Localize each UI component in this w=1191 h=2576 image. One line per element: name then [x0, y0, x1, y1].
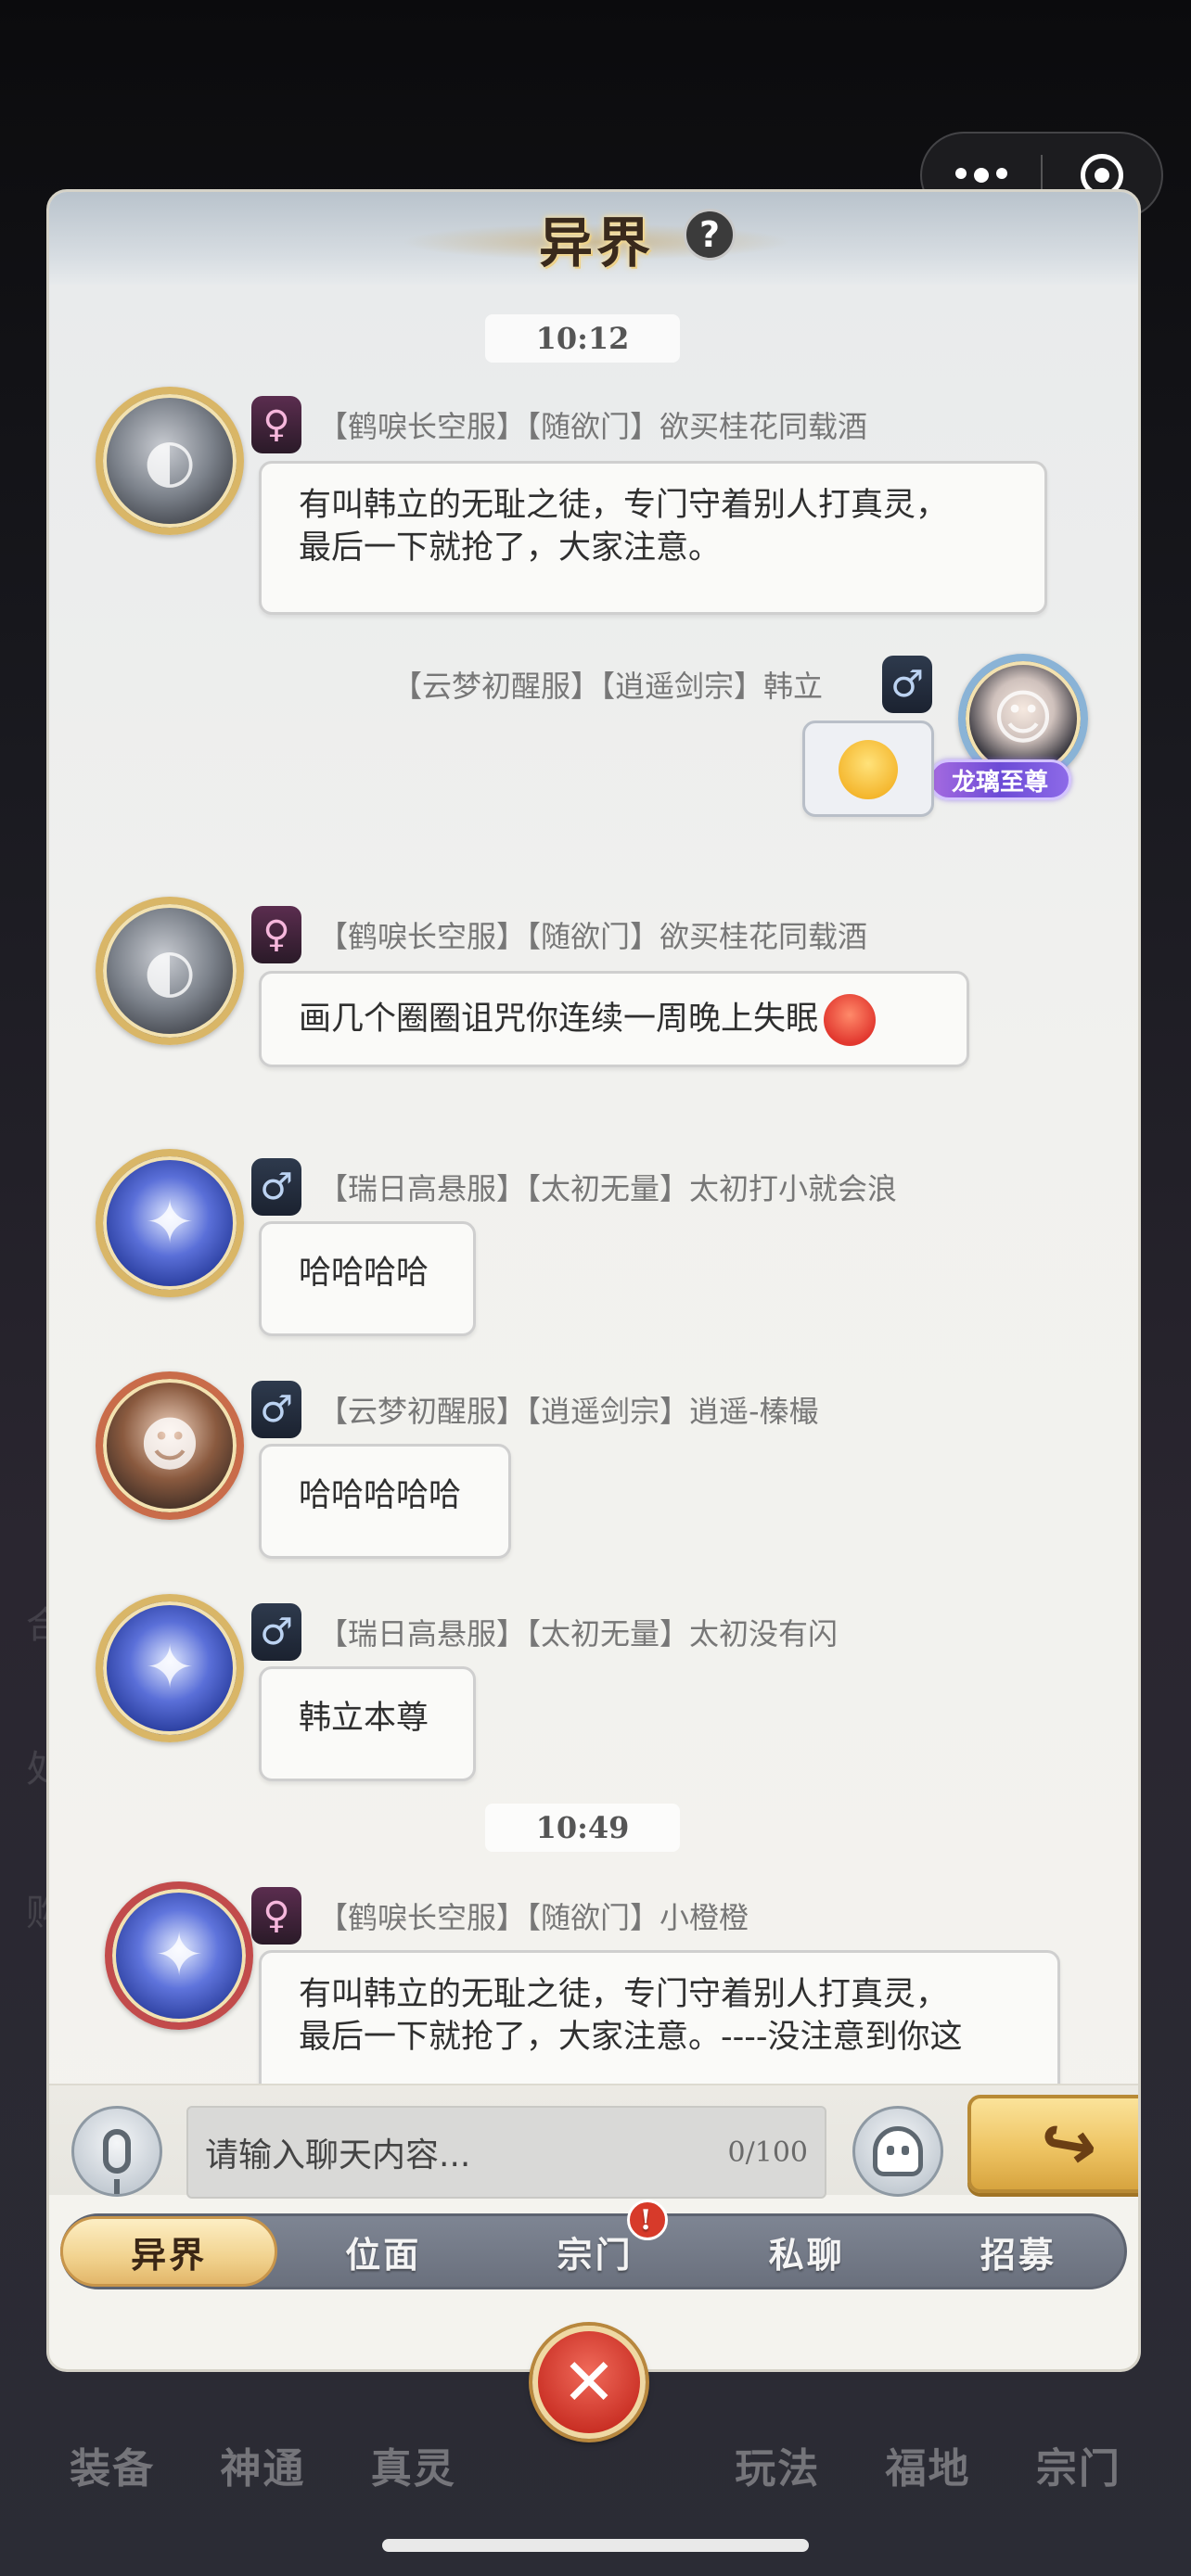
- sender-name[interactable]: 【鹤唳长空服】【随欲门】欲买桂花同载酒: [318, 403, 867, 446]
- chat-list[interactable]: 10:12 ◐ ♀ 【鹤唳长空服】【随欲门】欲买桂花同载酒 有叫韩立的无耻之徒，…: [49, 285, 1138, 2158]
- male-icon: ♂: [882, 656, 932, 713]
- nav-gameplay: 玩法: [735, 2445, 821, 2493]
- laughing-emoji-icon: [839, 740, 898, 799]
- chat-input[interactable]: 请输入聊天内容... 0/100: [186, 2106, 826, 2199]
- beast-icon: ✦: [145, 1189, 195, 1257]
- char-counter: 0/100: [727, 2136, 808, 2169]
- nav-blessed-land: 福地: [885, 2445, 971, 2493]
- avatar[interactable]: ☻: [96, 1371, 244, 1520]
- message-bubble[interactable]: 哈哈哈哈: [259, 1221, 476, 1336]
- tab-recruit[interactable]: 招募: [913, 2216, 1124, 2287]
- home-indicator: [382, 2539, 809, 2552]
- help-icon[interactable]: ?: [684, 209, 736, 261]
- nav-sect: 宗门: [1035, 2445, 1121, 2493]
- sender-name[interactable]: 【鹤唳长空服】【随欲门】欲买桂花同载酒: [318, 913, 867, 956]
- message-bubble[interactable]: 韩立本尊: [259, 1666, 476, 1781]
- dialog-header: 异界 ?: [49, 192, 1138, 285]
- chat-input-placeholder: 请输入聊天内容...: [205, 2136, 471, 2174]
- male-icon: ♂: [251, 1158, 301, 1216]
- more-dots-icon: [955, 168, 1007, 183]
- message-text: 哈哈哈哈哈: [299, 1477, 462, 1514]
- voice-button[interactable]: [71, 2106, 162, 2197]
- nav-equipment: 装备: [70, 2445, 156, 2493]
- avatar[interactable]: ◐: [96, 387, 244, 535]
- message-bubble[interactable]: 哈哈哈哈哈: [259, 1444, 511, 1559]
- sender-name[interactable]: 【云梦初醒服】【逍遥剑宗】韩立: [392, 663, 823, 706]
- person-icon: ☻: [138, 1411, 201, 1480]
- avatar[interactable]: ✦: [96, 1149, 244, 1297]
- time-divider: 10:49: [485, 1804, 680, 1852]
- ghost-face-icon: [873, 2126, 923, 2176]
- time-divider: 10:12: [485, 314, 680, 363]
- tab-otherworld[interactable]: 异界: [60, 2216, 278, 2287]
- tab-sect[interactable]: 宗门 !: [489, 2200, 700, 2287]
- sender-name[interactable]: 【瑞日高悬服】【太初无量】太初没有闪: [318, 1611, 838, 1653]
- close-icon: ✕: [561, 2344, 617, 2420]
- dialog-title: 异界: [538, 211, 654, 274]
- sender-name[interactable]: 【瑞日高悬服】【太初无量】太初打小就会浪: [318, 1166, 897, 1208]
- emoji-button[interactable]: [852, 2106, 943, 2197]
- moon-icon: ◐: [144, 427, 196, 495]
- message-bubble[interactable]: 画几个圈圈诅咒你连续一周晚上失眠: [259, 971, 969, 1067]
- return-arrow-icon: ↩: [1032, 2099, 1104, 2188]
- avatar[interactable]: ✦: [105, 1881, 253, 2030]
- tab-private-chat[interactable]: 私聊: [701, 2216, 913, 2287]
- female-icon: ♀: [251, 1887, 301, 1945]
- chat-dialog: 异界 ? 10:12 ◐ ♀ 【鹤唳长空服】【随欲门】欲买桂花同载酒 有叫韩立的…: [46, 189, 1141, 2372]
- message-text: 画几个圈圈诅咒你连续一周晚上失眠: [299, 1001, 819, 1038]
- input-bar: 请输入聊天内容... 0/100 ↩: [49, 2084, 1138, 2199]
- sender-name[interactable]: 【鹤唳长空服】【随欲门】小橙橙: [318, 1894, 749, 1937]
- message-text: 哈哈哈哈: [299, 1255, 429, 1292]
- microphone-icon: [103, 2129, 131, 2174]
- beast-icon: ✦: [145, 1634, 195, 1702]
- avatar[interactable]: ◐: [96, 897, 244, 1045]
- character-icon: ☺: [992, 684, 1055, 753]
- alert-badge-icon: !: [626, 2200, 668, 2240]
- beast-icon: ✦: [154, 1921, 204, 1990]
- tab-sect-label: 宗门: [557, 2233, 634, 2276]
- message-text: 有叫韩立的无耻之徒，专门守着别人打真灵，: [299, 487, 949, 524]
- message-bubble[interactable]: 有叫韩立的无耻之徒，专门守着别人打真灵， 最后一下就抢了，大家注意。: [259, 461, 1047, 615]
- message-bubble[interactable]: [802, 721, 934, 817]
- tab-plane[interactable]: 位面: [277, 2216, 489, 2287]
- nav-spirit: 真灵: [370, 2445, 456, 2493]
- nav-skills: 神通: [220, 2445, 306, 2493]
- send-button[interactable]: ↩: [967, 2095, 1138, 2193]
- title-banner: 龙璃至尊: [928, 759, 1072, 800]
- moon-icon: ◐: [144, 937, 196, 1005]
- close-dialog-button[interactable]: ✕: [532, 2326, 646, 2439]
- message-text: 有叫韩立的无耻之徒，专门守着别人打真灵，: [299, 1976, 949, 2013]
- message-text: 韩立本尊: [299, 1700, 429, 1737]
- message-text: 最后一下就抢了，大家注意。: [299, 529, 722, 567]
- avatar[interactable]: ✦: [96, 1594, 244, 1742]
- male-icon: ♂: [251, 1603, 301, 1661]
- female-icon: ♀: [251, 396, 301, 453]
- female-icon: ♀: [251, 906, 301, 963]
- message-text: 最后一下就抢了，大家注意。----没注意到你这: [299, 2019, 963, 2056]
- angry-emoji-icon: [824, 994, 877, 1046]
- male-icon: ♂: [251, 1381, 301, 1438]
- channel-tabs: 异界 位面 宗门 ! 私聊 招募: [60, 2200, 1127, 2289]
- sender-name[interactable]: 【云梦初醒服】【逍遥剑宗】逍遥-榛樶: [318, 1388, 819, 1431]
